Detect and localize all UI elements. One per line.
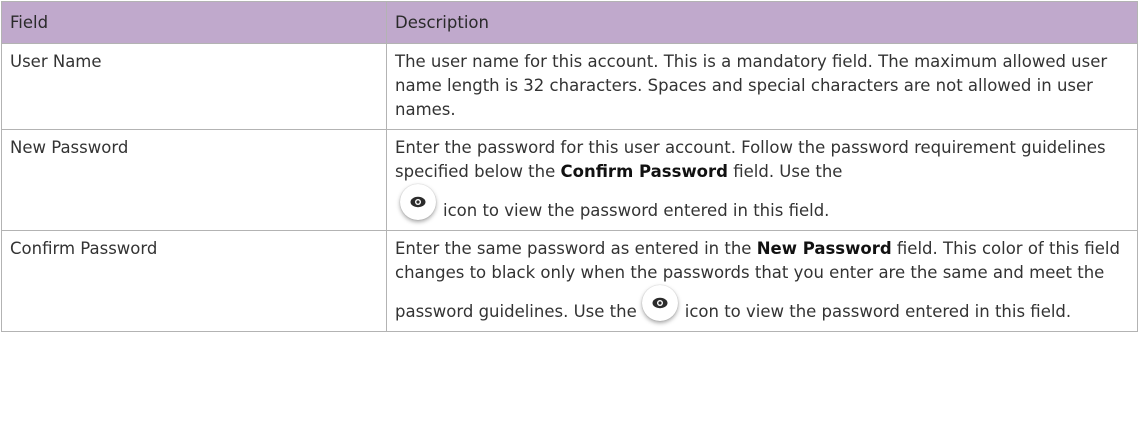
description-text: icon to view the password entered in thi…: [443, 201, 830, 220]
description-confirm-password: Enter the same password as entered in th…: [386, 230, 1138, 332]
table-row: User Name The user name for this account…: [1, 43, 1138, 130]
field-name-confirm-password: Confirm Password: [1, 230, 387, 332]
new-password-reference: New Password: [756, 239, 892, 258]
field-description-table: Field Description User Name The user nam…: [1, 1, 1138, 332]
field-name-user-name: User Name: [1, 43, 387, 130]
description-text: icon to view the password entered in thi…: [684, 302, 1072, 321]
field-column-header: Field: [1, 1, 387, 44]
field-name-new-password: New Password: [1, 129, 387, 231]
confirm-password-reference: Confirm Password: [560, 162, 728, 181]
description-text: Enter the same password as entered in th…: [395, 239, 757, 258]
description-text: field. Use the: [727, 162, 843, 181]
table-row: Confirm Password Enter the same password…: [1, 230, 1138, 332]
eye-icon: [641, 285, 678, 321]
table-row: New Password Enter the password for this…: [1, 129, 1138, 231]
description-new-password: Enter the password for this user account…: [386, 129, 1138, 231]
description-user-name: The user name for this account. This is …: [386, 43, 1138, 130]
eye-icon: [400, 184, 436, 220]
table-header-row: Field Description: [1, 1, 1138, 44]
description-column-header: Description: [386, 1, 1138, 44]
